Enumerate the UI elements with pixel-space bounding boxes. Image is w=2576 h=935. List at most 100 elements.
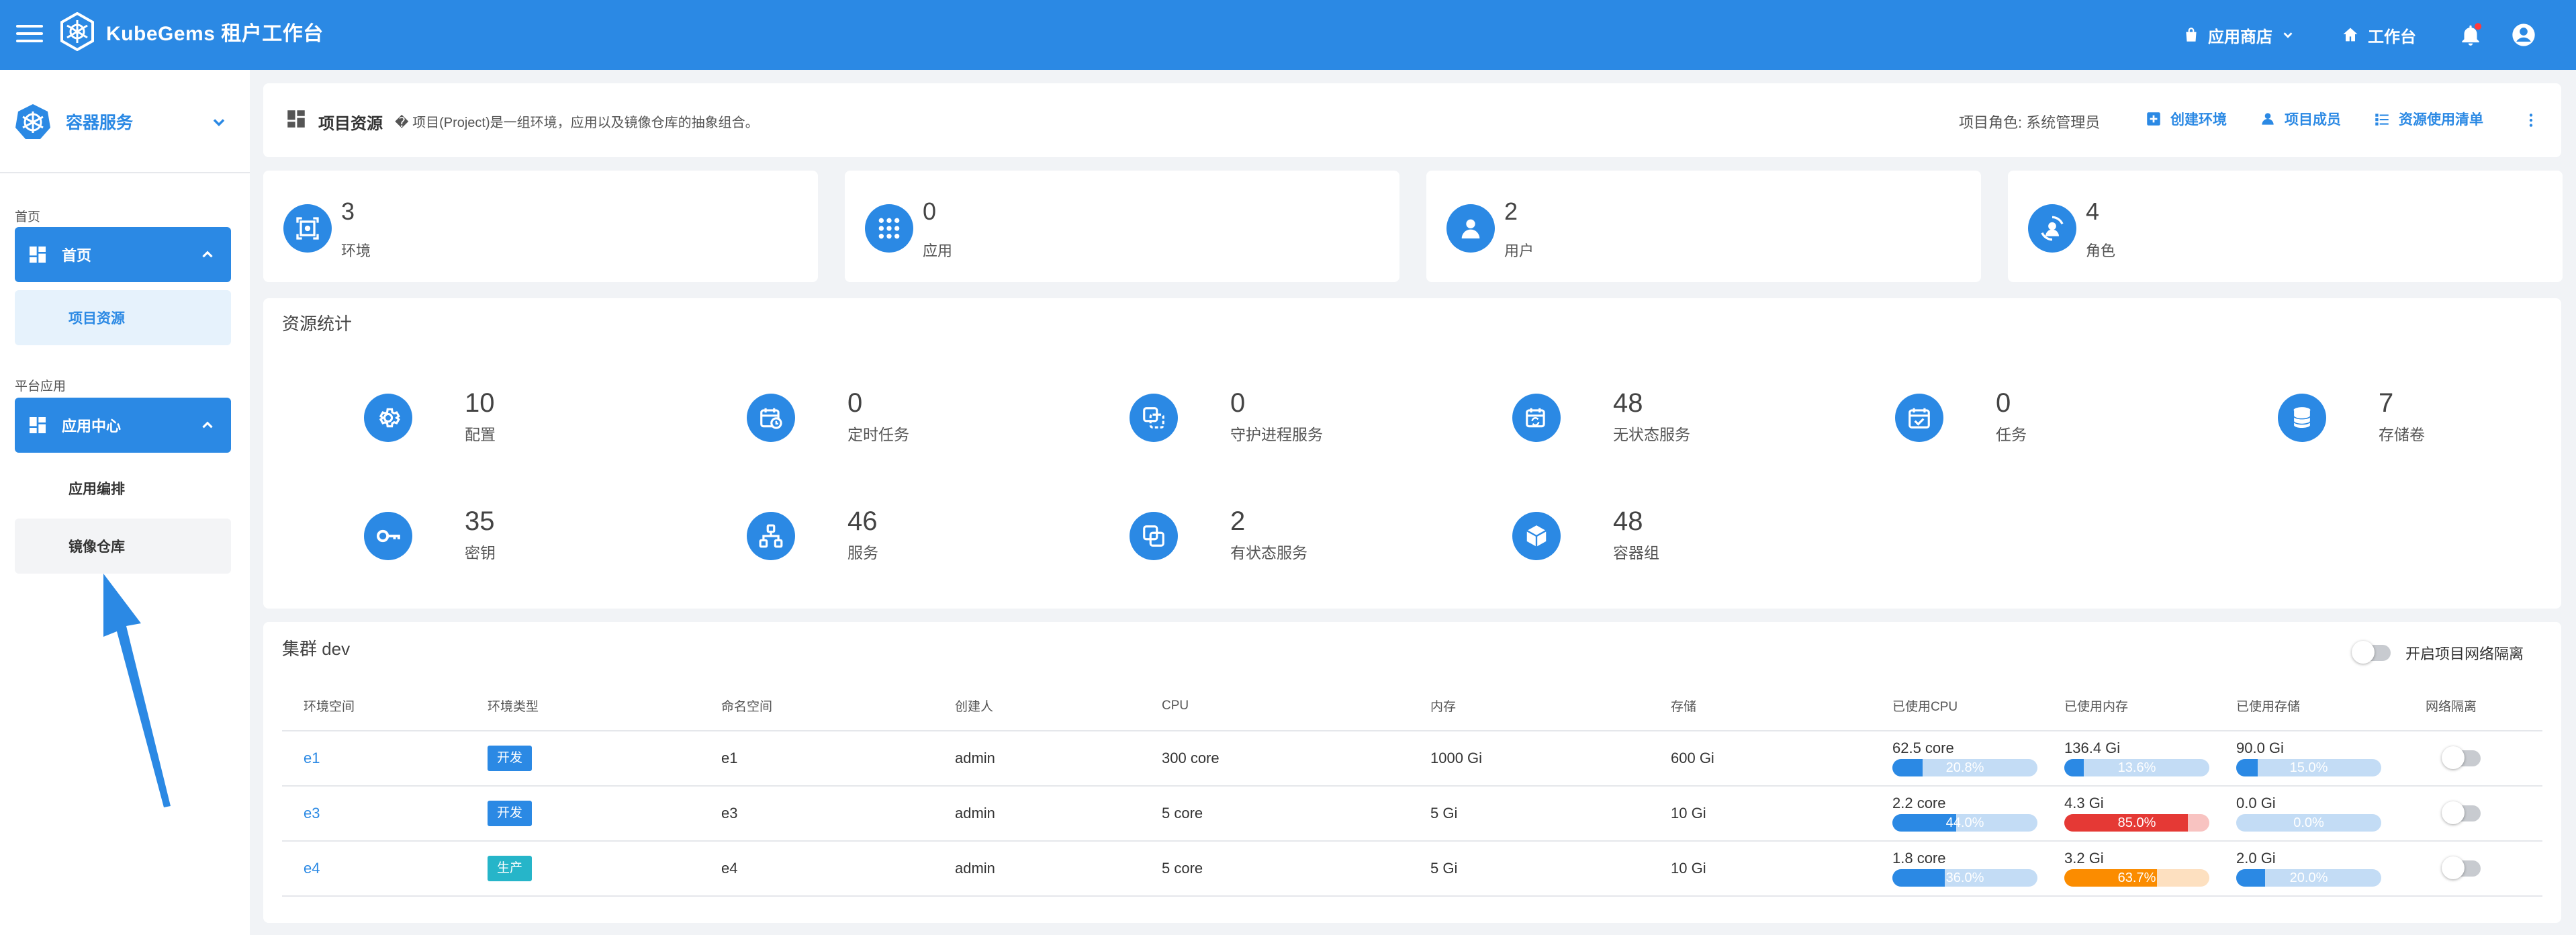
resource-count: 10 bbox=[465, 388, 495, 418]
add-box-icon bbox=[2147, 112, 2160, 126]
resource-label: 守护进程服务 bbox=[1230, 426, 1323, 443]
stat-card-environments[interactable]: 3 环境 bbox=[263, 171, 818, 282]
used-value: 2.0 Gi bbox=[2236, 850, 2276, 866]
network-isolation-toggle[interactable] bbox=[2442, 856, 2481, 879]
used-cpu-cell: 2.2 core 44.0% bbox=[1892, 786, 2064, 842]
usage-percent: 63.7% bbox=[2117, 871, 2156, 885]
resource-count: 0 bbox=[1230, 388, 1246, 418]
resource-label: 存储卷 bbox=[2379, 426, 2425, 443]
stat-value: 0 bbox=[923, 197, 937, 225]
account-button[interactable] bbox=[2510, 0, 2537, 70]
stat-card-roles[interactable]: 4 角色 bbox=[2008, 171, 2563, 282]
column-header[interactable]: 创建人 bbox=[955, 681, 1162, 731]
resource-configs[interactable]: 10 配置 bbox=[364, 388, 740, 449]
table-row: e1 开发 e1 admin 300 core 1000 Gi 600 Gi 6… bbox=[282, 731, 2542, 787]
sidebar-group-label: 首页 bbox=[62, 247, 92, 264]
resource-count: 46 bbox=[847, 506, 878, 536]
resource-count: 35 bbox=[465, 506, 495, 536]
used-storage-cell: 90.0 Gi 15.0% bbox=[2236, 731, 2426, 787]
annotation-arrow-icon bbox=[103, 574, 171, 807]
resource-statefulsets[interactable]: 2 有状态服务 bbox=[1130, 506, 1506, 567]
more-vertical-icon[interactable] bbox=[2522, 110, 2540, 130]
environment-link[interactable]: e1 bbox=[304, 750, 320, 766]
brand[interactable]: KubeGems 租户工作台 bbox=[58, 12, 324, 51]
resource-label: 服务 bbox=[847, 544, 878, 562]
usage-progress-bar: 20.0% bbox=[2236, 869, 2381, 887]
usage-progress-bar: 63.7% bbox=[2064, 869, 2209, 887]
divider bbox=[0, 172, 250, 173]
network-isolation-switch[interactable]: 开启项目网络隔离 bbox=[2352, 641, 2524, 664]
resource-deployments[interactable]: 48 无状态服务 bbox=[1512, 388, 1888, 449]
network-isolation-toggle[interactable] bbox=[2442, 746, 2481, 769]
sidebar-item-project-resources[interactable]: 项目资源 bbox=[15, 290, 231, 345]
app-store-menu[interactable]: 应用商店 bbox=[2182, 0, 2295, 70]
project-role: 项目角色: 系统管理员 bbox=[1959, 114, 2101, 131]
environment-link[interactable]: e3 bbox=[304, 805, 320, 821]
resource-services[interactable]: 46 服务 bbox=[747, 506, 1123, 567]
workbench-label: 工作台 bbox=[2368, 28, 2416, 46]
used-value: 2.2 core bbox=[1892, 795, 1946, 811]
store-bag-icon bbox=[2186, 28, 2197, 42]
kubegems-logo-icon bbox=[60, 12, 94, 51]
role-icon bbox=[2028, 204, 2076, 253]
sidebar-group-home[interactable]: 首页 bbox=[15, 227, 231, 282]
sidebar-item-app-orchestration[interactable]: 应用编排 bbox=[15, 461, 231, 516]
column-header[interactable]: 网络隔离 bbox=[2426, 681, 2542, 731]
column-header[interactable]: 环境类型 bbox=[488, 681, 721, 731]
resource-cronjobs[interactable]: 0 定时任务 bbox=[747, 388, 1123, 449]
column-header[interactable]: 内存 bbox=[1430, 681, 1671, 731]
sidebar: 容器服务 首页 首页 项目资源 平台应用 应用中心 应用编排 镜像仓库 bbox=[0, 70, 250, 935]
service-switcher[interactable]: 容器服务 bbox=[13, 97, 228, 146]
toggle-switch[interactable] bbox=[2352, 641, 2391, 664]
chevron-up-icon bbox=[202, 421, 213, 429]
network-isolation-toggle[interactable] bbox=[2442, 801, 2481, 824]
chevron-down-icon bbox=[2283, 32, 2293, 38]
usage-progress-bar: 85.0% bbox=[2064, 814, 2209, 832]
sidebar-item-image-registry[interactable]: 镜像仓库 bbox=[15, 519, 231, 574]
kubernetes-helm-icon bbox=[15, 104, 50, 139]
dashboard-icon bbox=[287, 110, 305, 128]
resource-daemonsets[interactable]: 0 守护进程服务 bbox=[1130, 388, 1506, 449]
app-store-label: 应用商店 bbox=[2208, 28, 2272, 46]
network-icon bbox=[747, 512, 795, 560]
stat-label: 环境 bbox=[341, 242, 371, 259]
column-header[interactable]: 已使用内存 bbox=[2064, 681, 2236, 731]
environment-link[interactable]: e4 bbox=[304, 860, 320, 877]
column-header[interactable]: 存储 bbox=[1671, 681, 1892, 731]
column-header[interactable]: 环境空间 bbox=[282, 681, 488, 731]
resource-secrets[interactable]: 35 密钥 bbox=[364, 506, 740, 567]
used-storage-cell: 0.0 Gi 0.0% bbox=[2236, 786, 2426, 842]
create-environment-button[interactable]: 创建环境 bbox=[2145, 109, 2227, 129]
storage-cell: 600 Gi bbox=[1671, 731, 1892, 787]
daemon-icon bbox=[1130, 394, 1178, 442]
cpu-cell: 300 core bbox=[1162, 731, 1430, 787]
stat-card-apps[interactable]: 0 应用 bbox=[845, 171, 1399, 282]
cube-icon bbox=[1512, 512, 1561, 560]
resource-pods[interactable]: 48 容器组 bbox=[1512, 506, 1888, 567]
resource-count: 48 bbox=[1613, 506, 1643, 536]
used-memory-cell: 4.3 Gi 85.0% bbox=[2064, 786, 2236, 842]
chevron-up-icon bbox=[202, 251, 213, 258]
sidebar-group-app-center[interactable]: 应用中心 bbox=[15, 398, 231, 453]
column-header[interactable]: 命名空间 bbox=[721, 681, 955, 731]
resource-label: 容器组 bbox=[1613, 544, 1659, 562]
column-header[interactable]: 已使用存储 bbox=[2236, 681, 2426, 731]
project-members-button[interactable]: 项目成员 bbox=[2259, 109, 2341, 129]
column-header[interactable]: 已使用CPU bbox=[1892, 681, 2064, 731]
hamburger-menu-icon[interactable] bbox=[16, 20, 43, 47]
stat-value: 3 bbox=[341, 197, 355, 225]
resource-jobs[interactable]: 0 任务 bbox=[1895, 388, 2271, 449]
app-title: KubeGems 租户工作台 bbox=[106, 23, 324, 45]
workbench-link[interactable]: 工作台 bbox=[2341, 0, 2416, 70]
storage-cell: 10 Gi bbox=[1671, 841, 1892, 897]
stat-card-users[interactable]: 2 用户 bbox=[1426, 171, 1981, 282]
resource-usage-list-button[interactable]: 资源使用清单 bbox=[2373, 109, 2483, 129]
notification-button[interactable] bbox=[2458, 0, 2483, 70]
environment-type-badge: 生产 bbox=[488, 856, 533, 881]
usage-percent: 15.0% bbox=[2289, 760, 2328, 775]
environment-icon bbox=[283, 204, 332, 253]
resource-volumes[interactable]: 7 存储卷 bbox=[2278, 388, 2546, 449]
column-header[interactable]: CPU bbox=[1162, 681, 1430, 731]
cpu-cell: 5 core bbox=[1162, 841, 1430, 897]
environment-type-badge: 开发 bbox=[488, 801, 533, 826]
